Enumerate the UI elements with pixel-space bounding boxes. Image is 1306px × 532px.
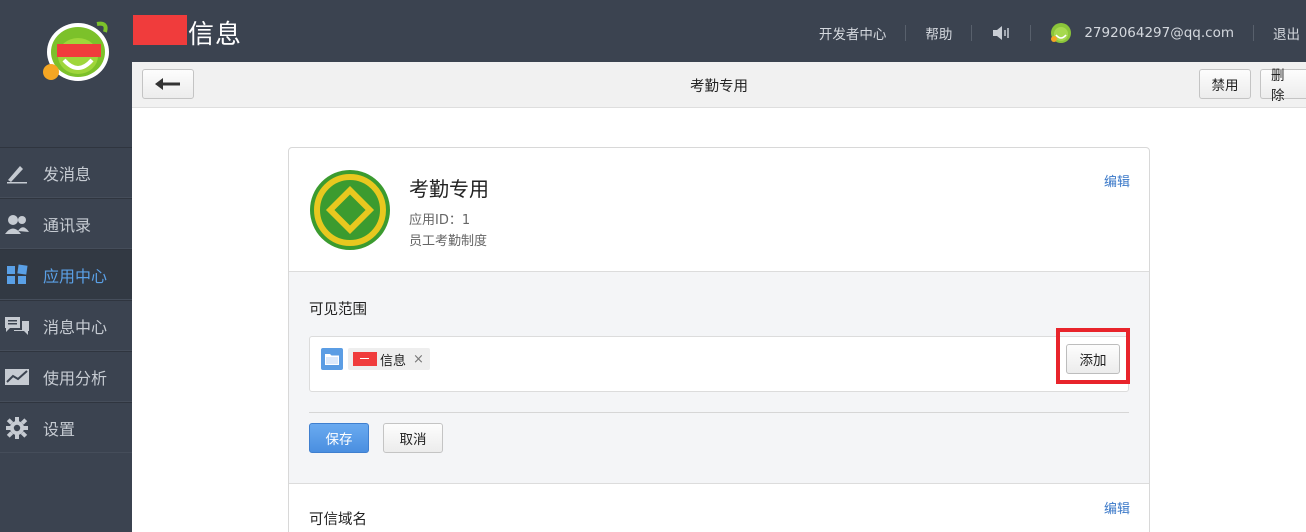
logout-link[interactable]: 退出	[1273, 23, 1300, 43]
chart-icon	[4, 365, 30, 389]
sidebar-item-label: 应用中心	[43, 266, 108, 286]
user-avatar-icon	[1051, 23, 1072, 43]
edit-domain-link[interactable]: 编辑	[1104, 498, 1130, 517]
delete-button[interactable]: 删除	[1260, 68, 1306, 104]
sidebar-item-usage-analysis[interactable]: 使用分析	[0, 351, 132, 402]
trusted-domain-title: 可信域名	[309, 512, 367, 528]
main-panel: 考勤专用 禁用 删除 考勤专用 应用ID：1 员工考勤制度 编辑 可见范围 信息…	[132, 62, 1306, 532]
scope-tag-label: 信息	[380, 353, 407, 369]
app-description: 员工考勤制度	[409, 234, 488, 249]
scope-title: 可见范围	[309, 302, 367, 318]
sidebar-item-message-center[interactable]: 消息中心	[0, 300, 132, 351]
developer-center-link[interactable]: 开发者中心	[819, 23, 887, 43]
app-name: 考勤专用	[409, 177, 489, 201]
add-button[interactable]: 添加	[1066, 344, 1120, 374]
edit-app-link[interactable]: 编辑	[1104, 171, 1130, 190]
app-icon	[310, 170, 390, 250]
nav-divider	[905, 25, 907, 41]
brand-title: 信息	[188, 20, 243, 50]
app-info-section: 考勤专用 应用ID：1 员工考勤制度 编辑	[289, 148, 1149, 272]
toolbar: 考勤专用 禁用 删除	[132, 62, 1306, 108]
sidebar-item-label: 使用分析	[43, 368, 108, 388]
toolbar-title: 考勤专用	[690, 79, 748, 95]
divider	[309, 412, 1129, 413]
disable-button[interactable]: 禁用	[1199, 69, 1251, 99]
sidebar: 发消息 通讯录 应用中心 消息中心 使用分析 设置	[0, 147, 132, 453]
sidebar-item-label: 设置	[43, 419, 76, 439]
app-id: 应用ID：1	[409, 213, 471, 228]
app-logo[interactable]	[42, 20, 110, 82]
scope-selector: 信息 × 添加	[309, 328, 1130, 392]
scope-tag: 信息 ×	[348, 348, 430, 370]
sidebar-item-contacts[interactable]: 通讯录	[0, 198, 132, 249]
help-link[interactable]: 帮助	[925, 23, 952, 43]
nav-divider	[1253, 25, 1254, 41]
sidebar-item-label: 发消息	[43, 164, 92, 184]
top-nav: 开发者中心 帮助 2792064297@qq.com 退出	[819, 22, 1306, 44]
speaker-icon[interactable]	[991, 24, 1011, 42]
sidebar-item-label: 消息中心	[43, 317, 108, 337]
nav-divider	[971, 25, 973, 41]
nav-divider	[1030, 25, 1032, 41]
folder-icon	[321, 348, 343, 370]
brand-redaction	[133, 15, 187, 45]
tag-redaction	[353, 352, 377, 366]
gear-icon	[4, 416, 30, 440]
save-button[interactable]: 保存	[309, 423, 369, 453]
user-menu[interactable]: 2792064297@qq.com	[1050, 22, 1234, 44]
visible-scope-section: 可见范围 信息 × 添加 保存 取消	[289, 272, 1149, 484]
sidebar-item-label: 通讯录	[43, 215, 92, 235]
user-email: 2792064297@qq.com	[1084, 25, 1234, 41]
remove-tag-icon[interactable]: ×	[413, 352, 424, 367]
contacts-icon	[4, 212, 30, 236]
cancel-button[interactable]: 取消	[383, 423, 443, 453]
top-header: 信息 开发者中心 帮助 2792064297@qq.com 退出	[0, 0, 1306, 81]
pencil-icon	[4, 161, 30, 185]
sidebar-item-send-message[interactable]: 发消息	[0, 147, 132, 198]
apps-grid-icon	[4, 263, 30, 287]
chat-bubbles-icon	[4, 314, 30, 338]
sidebar-item-app-center[interactable]: 应用中心	[0, 249, 132, 300]
app-detail-card: 考勤专用 应用ID：1 员工考勤制度 编辑 可见范围 信息 × 添加 保存 取消…	[288, 147, 1150, 532]
sidebar-item-settings[interactable]: 设置	[0, 402, 132, 453]
